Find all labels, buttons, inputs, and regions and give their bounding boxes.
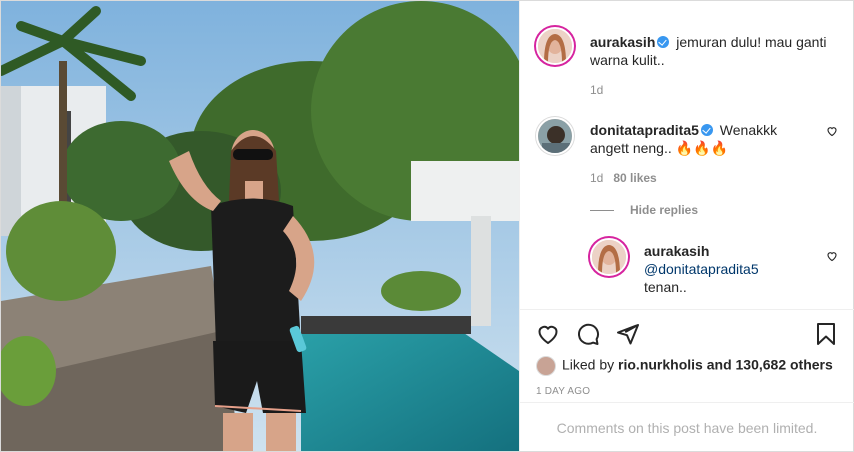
comment-username[interactable]: donitatapradita5 <box>590 122 699 138</box>
comments-limited-notice: Comments on this post have been limited. <box>520 402 854 452</box>
avatar[interactable] <box>536 356 556 376</box>
caption-username[interactable]: aurakasih <box>590 34 655 50</box>
post-side-panel: aurakasih jemuran dulu! mau ganti warna … <box>519 1 854 451</box>
comment: donitatapradita5 Wenakkk angett neng.. 🔥… <box>536 117 838 187</box>
post-timestamp[interactable]: 1 DAY AGO <box>536 386 590 397</box>
bookmark-icon[interactable] <box>814 322 838 346</box>
liked-by-prefix: Liked by <box>562 356 615 373</box>
divider <box>590 210 614 212</box>
comment-time[interactable]: 1d <box>590 171 603 185</box>
verified-badge-icon <box>657 36 670 48</box>
comment-meta: 1d 80 likes <box>590 171 657 185</box>
reply-mention[interactable]: @donitatapradita5 <box>644 261 759 277</box>
post-actions: Liked by rio.nurkholis and 130,682 other… <box>520 309 854 451</box>
comment-text: donitatapradita5 Wenakkk angett neng.. 🔥… <box>590 121 810 157</box>
avatar[interactable] <box>536 117 574 155</box>
caption-text: aurakasih jemuran dulu! mau ganti warna … <box>590 33 840 69</box>
post-photo[interactable] <box>1 1 519 451</box>
caption: aurakasih jemuran dulu! mau ganti warna … <box>536 27 838 97</box>
liked-by-others[interactable]: and 130,682 others <box>707 357 833 373</box>
liked-by: Liked by rio.nurkholis and 130,682 other… <box>536 356 833 376</box>
reply-like-icon[interactable] <box>826 250 838 265</box>
hide-replies-label: Hide replies <box>630 203 699 217</box>
post-image <box>1 1 519 451</box>
share-icon[interactable] <box>616 322 640 346</box>
reply: aurakasih @donitatapradita5 tenan.. <box>590 238 838 298</box>
reply-body: tenan.. <box>644 279 687 295</box>
reply-text: aurakasih @donitatapradita5 tenan.. <box>644 242 814 296</box>
comment-like-icon[interactable] <box>826 125 838 140</box>
instagram-post: aurakasih jemuran dulu! mau ganti warna … <box>0 0 854 452</box>
comment-likes[interactable]: 80 likes <box>613 171 656 185</box>
verified-badge-icon <box>700 124 713 136</box>
avatar-image <box>538 119 572 153</box>
avatar-image <box>538 29 572 63</box>
avatar-image <box>592 240 626 274</box>
avatar[interactable] <box>590 238 628 276</box>
hide-replies-button[interactable]: Hide replies <box>590 203 838 217</box>
comments-list[interactable]: aurakasih jemuran dulu! mau ganti warna … <box>520 1 854 309</box>
avatar[interactable] <box>536 27 574 65</box>
heart-icon[interactable] <box>536 322 560 346</box>
comment-icon[interactable] <box>576 322 600 346</box>
reply-username[interactable]: aurakasih <box>644 242 814 260</box>
caption-time[interactable]: 1d <box>590 83 603 97</box>
liked-by-user[interactable]: rio.nurkholis <box>618 357 703 373</box>
